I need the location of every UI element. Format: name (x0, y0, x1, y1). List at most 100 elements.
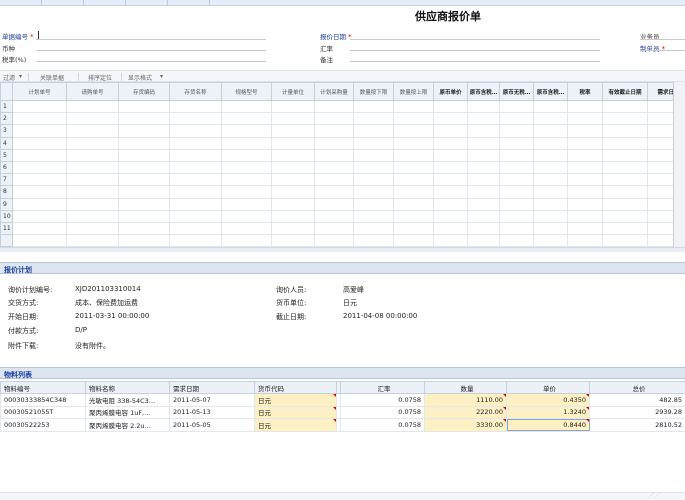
grid-cell[interactable] (12, 234, 67, 248)
grid-cell[interactable] (314, 209, 354, 223)
grid-cell[interactable] (533, 99, 568, 114)
grid-cell[interactable] (533, 197, 568, 211)
grid-cell[interactable] (567, 221, 603, 236)
grid-cell[interactable] (602, 99, 648, 114)
grid-cell[interactable] (118, 209, 170, 223)
grid-cell[interactable] (169, 136, 222, 150)
material-column-header[interactable]: 货币代码 (254, 381, 337, 394)
grid-cell[interactable] (433, 160, 468, 175)
grid-cell[interactable] (314, 185, 354, 199)
grid-cell[interactable] (433, 136, 468, 150)
grid-column-header[interactable]: 原币含税… (467, 82, 500, 101)
grid-cell[interactable] (66, 197, 119, 211)
grid-cell[interactable] (118, 173, 170, 187)
grid-cell[interactable] (467, 112, 500, 126)
grid-column-header[interactable]: 规格型号 (221, 82, 272, 101)
grid-cell[interactable] (499, 234, 534, 248)
material-column-header[interactable]: 物料名称 (85, 381, 170, 394)
grid-cell[interactable] (567, 124, 603, 138)
vertical-scrollbar[interactable] (673, 82, 685, 247)
grid-column-header[interactable]: 数量按下限 (353, 82, 394, 101)
grid-cell[interactable] (533, 221, 568, 236)
grid-cell[interactable] (433, 173, 468, 187)
grid-cell[interactable] (221, 234, 272, 248)
grid-row-number[interactable]: 4 (0, 136, 13, 150)
grid-cell[interactable] (66, 99, 119, 114)
grid-cell[interactable] (393, 160, 434, 175)
grid-cell[interactable] (314, 99, 354, 114)
grid-cell[interactable] (66, 173, 119, 187)
grid-cell[interactable] (118, 148, 170, 162)
grid-row-number[interactable]: 3 (0, 124, 13, 138)
grid-cell[interactable] (66, 209, 119, 223)
grid-cell[interactable] (169, 160, 222, 175)
grid-cell[interactable] (602, 136, 648, 150)
bill-no-input[interactable] (36, 39, 266, 40)
grid-cell[interactable] (118, 112, 170, 126)
grid-cell[interactable] (499, 160, 534, 175)
grid-cell[interactable] (221, 160, 272, 175)
grid-cell[interactable] (393, 173, 434, 187)
grid-cell[interactable] (66, 185, 119, 199)
grid-cell[interactable] (169, 209, 222, 223)
grid-row[interactable]: 1 (0, 99, 685, 114)
grid-cell[interactable] (118, 136, 170, 150)
grid-row-number[interactable]: 1 (0, 99, 13, 114)
material-cell[interactable]: 1110.00 (424, 393, 507, 407)
grid-cell[interactable] (221, 124, 272, 138)
grid-cell[interactable] (393, 197, 434, 211)
grid-cell[interactable] (602, 209, 648, 223)
grid-cell[interactable] (314, 221, 354, 236)
grid-cell[interactable] (118, 221, 170, 236)
grid-cell[interactable] (467, 221, 500, 236)
material-row[interactable]: 00030522253 聚丙烯膜电容 2.2u… 2011-05-05 日元 0.075… (0, 418, 685, 432)
filter-button[interactable]: 过滤 (3, 73, 15, 82)
grid-cell[interactable] (433, 99, 468, 114)
grid-cell[interactable] (169, 112, 222, 126)
grid-cell[interactable] (602, 197, 648, 211)
grid-cell[interactable] (221, 197, 272, 211)
grid-cell[interactable] (567, 99, 603, 114)
grid-cell[interactable] (66, 148, 119, 162)
grid-cell[interactable] (499, 136, 534, 150)
grid-cell[interactable] (314, 148, 354, 162)
grid-cell[interactable] (271, 112, 315, 126)
grid-cell[interactable] (169, 234, 222, 248)
grid-cell[interactable] (602, 124, 648, 138)
grid-cell[interactable] (314, 112, 354, 126)
filter-dropdown-icon[interactable]: ▾ (19, 73, 22, 80)
link-bill-button[interactable]: 关联单据 (40, 73, 64, 82)
grid-cell[interactable] (467, 148, 500, 162)
material-cell[interactable]: 2220.00 (424, 405, 507, 419)
grid-cell[interactable] (602, 112, 648, 126)
grid-cell[interactable] (533, 173, 568, 187)
grid-cell[interactable] (499, 173, 534, 187)
grid-row-number[interactable]: 2 (0, 112, 13, 126)
grid-cell[interactable] (169, 197, 222, 211)
grid-cell[interactable] (602, 185, 648, 199)
grid-cell[interactable] (467, 185, 500, 199)
grid-cell[interactable] (353, 209, 394, 223)
grid-cell[interactable] (353, 136, 394, 150)
grid-column-header[interactable]: 存货编码 (118, 82, 170, 101)
grid-cell[interactable] (533, 148, 568, 162)
material-cell[interactable]: 0.8440 (506, 418, 590, 432)
grid-cell[interactable] (533, 124, 568, 138)
grid-cell[interactable] (271, 173, 315, 187)
material-row[interactable]: 00030333854C348 光敏电阻 338-54C3… 2011-05-07 日… (0, 393, 685, 407)
grid-cell[interactable] (12, 112, 67, 126)
grid-cell[interactable] (602, 234, 648, 248)
material-column-header[interactable]: 总价 (589, 381, 685, 394)
grid-cell[interactable] (221, 173, 272, 187)
grid-cell[interactable] (353, 99, 394, 114)
grid-cell[interactable] (353, 112, 394, 126)
grid-cell[interactable] (499, 148, 534, 162)
grid-cell[interactable] (353, 160, 394, 175)
grid-cell[interactable] (221, 185, 272, 199)
material-column-header[interactable]: 汇率 (340, 381, 425, 394)
grid-cell[interactable] (353, 148, 394, 162)
grid-cell[interactable] (12, 221, 67, 236)
grid-corner-cell[interactable] (0, 82, 13, 101)
grid-cell[interactable] (393, 136, 434, 150)
grid-cell[interactable] (467, 234, 500, 248)
